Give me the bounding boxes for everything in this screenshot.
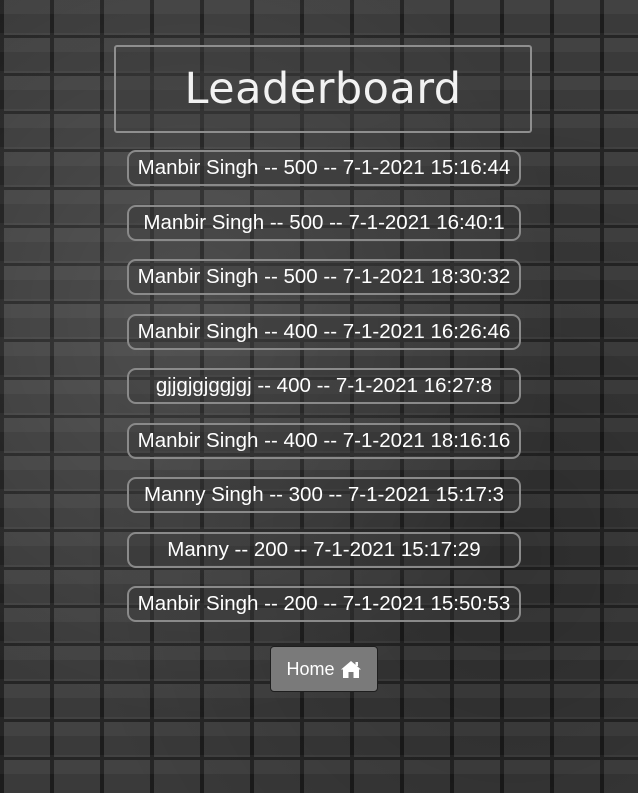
leaderboard-entry: Manbir Singh -- 200 -- 7-1-2021 15:50:53 <box>127 586 521 622</box>
title-box: Leaderboard <box>114 45 532 133</box>
leaderboard-entry: Manbir Singh -- 500 -- 7-1-2021 15:16:44 <box>127 150 521 186</box>
leaderboard-entry: Manbir Singh -- 400 -- 7-1-2021 16:26:46 <box>127 313 521 350</box>
home-icon <box>340 660 362 679</box>
leaderboard-entry: Manny -- 200 -- 7-1-2021 15:17:29 <box>127 531 521 568</box>
leaderboard-entry: Manbir Singh -- 500 -- 7-1-2021 18:30:32 <box>127 259 521 295</box>
leaderboard-entry: Manny Singh -- 300 -- 7-1-2021 15:17:3 <box>127 477 521 513</box>
page-title: Leaderboard <box>184 64 462 114</box>
leaderboard-entry: gjjgjgjggjgj -- 400 -- 7-1-2021 16:27:8 <box>127 368 521 404</box>
leaderboard-entry: Manbir Singh -- 500 -- 7-1-2021 16:40:1 <box>127 204 521 241</box>
home-button-label: Home <box>286 658 335 679</box>
leaderboard-entry: Manbir Singh -- 400 -- 7-1-2021 18:16:16 <box>127 422 521 459</box>
home-button[interactable]: Home <box>270 646 378 692</box>
leaderboard-list: Manbir Singh -- 500 -- 7-1-2021 15:16:44… <box>127 150 521 641</box>
